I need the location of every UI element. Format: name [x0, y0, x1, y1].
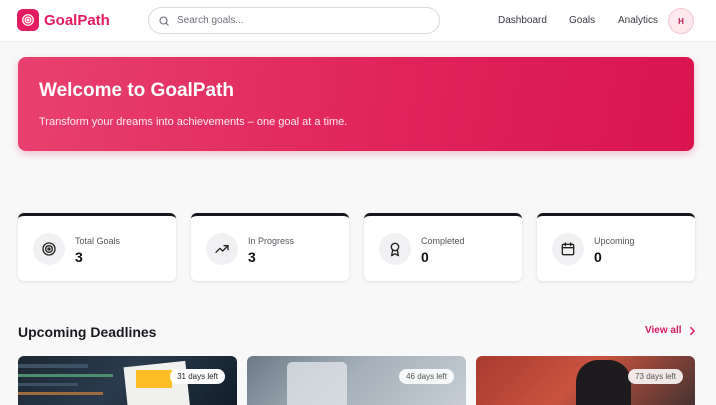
target-icon [33, 233, 65, 265]
stat-card-upcoming: Upcoming 0 [537, 213, 695, 281]
user-avatar[interactable]: H [668, 8, 694, 34]
days-left-badge: 31 days left [170, 369, 225, 384]
welcome-subtitle: Transform your dreams into achievements … [39, 116, 348, 128]
nav-link-analytics[interactable]: Analytics [618, 15, 658, 26]
deadline-card[interactable]: 46 days left [247, 356, 466, 405]
stat-value: 0 [421, 249, 429, 265]
stat-label: Completed [421, 236, 465, 246]
stat-card-in-progress: In Progress 3 [191, 213, 349, 281]
welcome-banner: Welcome to GoalPath Transform your dream… [18, 57, 694, 151]
stat-label: Total Goals [75, 236, 121, 246]
stat-value: 3 [248, 249, 256, 265]
view-all-label: View all [645, 325, 682, 336]
calendar-icon [552, 233, 584, 265]
avatar-initial: H [678, 16, 684, 26]
deadline-card[interactable]: 73 days left [476, 356, 695, 405]
card-image [576, 360, 631, 405]
search-bar[interactable] [148, 7, 440, 34]
nav-link-dashboard[interactable]: Dashboard [498, 15, 547, 26]
section-title-upcoming-deadlines: Upcoming Deadlines [18, 324, 157, 340]
stat-card-total-goals: Total Goals 3 [18, 213, 176, 281]
stat-card-completed: Completed 0 [364, 213, 522, 281]
logo[interactable]: GoalPath [17, 9, 110, 31]
chevron-right-icon [689, 326, 695, 335]
stat-value: 0 [594, 249, 602, 265]
days-left-badge: 73 days left [628, 369, 683, 384]
stat-label: In Progress [248, 236, 295, 246]
days-left-badge: 46 days left [399, 369, 454, 384]
search-icon [159, 15, 169, 26]
nav-link-goals[interactable]: Goals [569, 15, 595, 26]
search-input[interactable] [177, 15, 417, 26]
trending-up-icon [206, 233, 238, 265]
card-image [287, 362, 347, 405]
deadline-card[interactable]: 31 days left [18, 356, 237, 405]
view-all-link[interactable]: View all [645, 325, 696, 336]
award-icon [379, 233, 411, 265]
welcome-title: Welcome to GoalPath [39, 80, 234, 101]
logo-text: GoalPath [44, 11, 110, 29]
stat-label: Upcoming [594, 236, 635, 246]
target-logo-icon [17, 9, 39, 31]
top-navbar: GoalPath Dashboard Goals Analytics H [0, 0, 716, 42]
stat-value: 3 [75, 249, 83, 265]
